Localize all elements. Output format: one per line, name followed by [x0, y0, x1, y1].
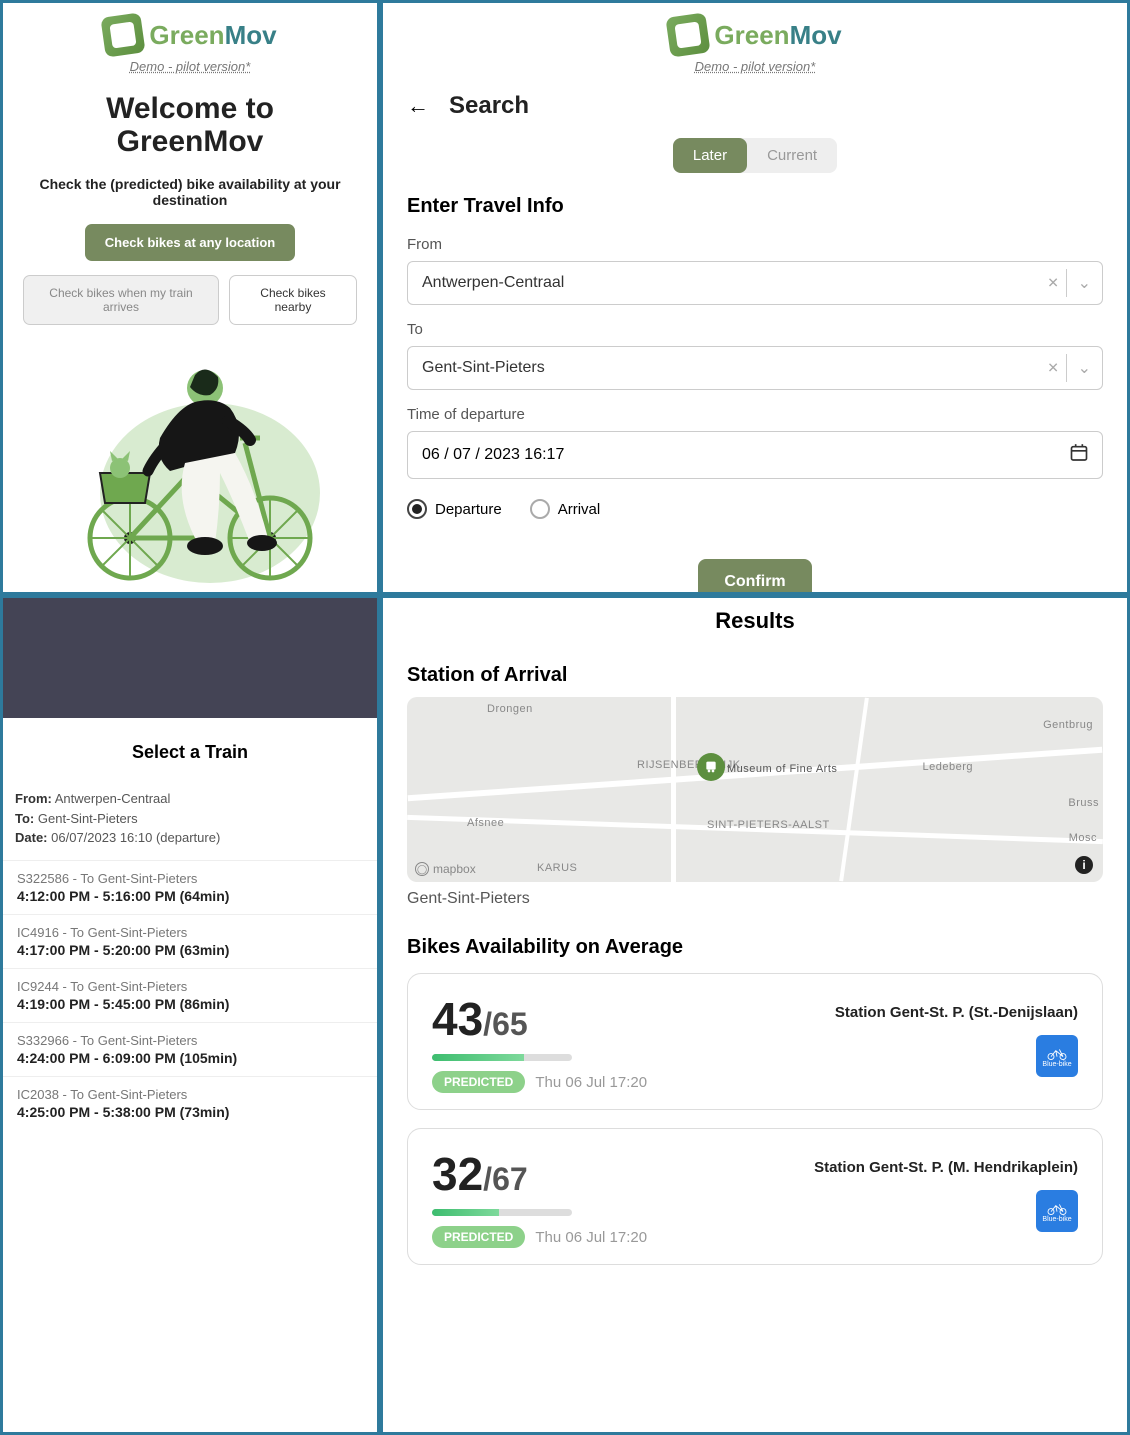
from-chevron-down-icon[interactable]: ⌄ [1078, 273, 1091, 293]
station-name-label: Station Gent-St. P. (St.-Denijslaan) [835, 1004, 1078, 1021]
meta-to: Gent-Sint-Pieters [38, 811, 138, 826]
enter-travel-info-heading: Enter Travel Info [407, 195, 1103, 218]
logo: GreenMov [23, 15, 357, 55]
datetime-input[interactable] [407, 431, 1103, 479]
check-train-arrives-button[interactable]: Check bikes when my train arrives [23, 275, 219, 325]
available-count: 32 [432, 1148, 483, 1200]
radio-dot-selected-icon [407, 499, 427, 519]
train-code: IC4916 - To Gent-Sint-Pieters [17, 925, 363, 940]
train-code: IC2038 - To Gent-Sint-Pieters [17, 1087, 363, 1102]
train-time: 4:19:00 PM - 5:45:00 PM (86min) [17, 996, 363, 1012]
availability-bar [432, 1209, 572, 1216]
predicted-tag: PREDICTED [432, 1071, 525, 1093]
train-item[interactable]: IC9244 - To Gent-Sint-Pieters 4:19:00 PM … [3, 968, 377, 1022]
train-item[interactable]: S322586 - To Gent-Sint-Pieters 4:12:00 PM… [3, 860, 377, 914]
availability-card[interactable]: 32/67 PREDICTEDThu 06 Jul 17:20 Station … [407, 1128, 1103, 1265]
time-of-departure-label: Time of departure [407, 406, 1103, 423]
prediction-time: Thu 06 Jul 17:20 [535, 1229, 647, 1246]
back-arrow-icon[interactable]: ← [407, 93, 429, 119]
train-item[interactable]: IC4916 - To Gent-Sint-Pieters 4:17:00 PM … [3, 914, 377, 968]
train-item[interactable]: IC2038 - To Gent-Sint-Pieters 4:25:00 PM … [3, 1076, 377, 1130]
train-time: 4:12:00 PM - 5:16:00 PM (64min) [17, 888, 363, 904]
radio-departure[interactable]: Departure [407, 499, 502, 519]
map-label: SINT-PIETERS-AALST [707, 819, 830, 831]
train-code: S322586 - To Gent-Sint-Pieters [17, 871, 363, 886]
logo-cube-icon [101, 12, 146, 57]
check-any-location-button[interactable]: Check bikes at any location [85, 224, 296, 261]
map-label: Museum of Fine Arts [727, 763, 837, 775]
time-toggle: Later Current [673, 138, 837, 173]
bluebike-provider-icon: Blue-bike [1036, 1190, 1078, 1232]
meta-date: 06/07/2023 16:10 (departure) [51, 830, 220, 845]
demo-version-label[interactable]: Demo - pilot version* [23, 59, 357, 74]
map-label: KARUS [537, 862, 577, 874]
map-label: RIJSENBERGWIJK [637, 759, 741, 771]
welcome-heading: Welcome toGreenMov [23, 92, 357, 158]
to-label: To [407, 321, 1103, 338]
train-time: 4:24:00 PM - 6:09:00 PM (105min) [17, 1050, 363, 1066]
station-pin-icon[interactable] [697, 753, 725, 781]
search-title: Search [449, 92, 529, 120]
available-count: 43 [432, 993, 483, 1045]
from-label: From [407, 236, 1103, 253]
from-input[interactable] [407, 261, 1103, 305]
map-label: Ledeberg [923, 761, 974, 773]
results-heading: Results [407, 608, 1103, 634]
select-train-heading: Select a Train [3, 742, 377, 763]
map-label: Afsnee [467, 817, 504, 829]
station-name-label: Station Gent-St. P. (M. Hendrikaplein) [814, 1159, 1078, 1176]
logo-text-mov: Mov [225, 20, 277, 50]
train-item[interactable]: S332966 - To Gent-Sint-Pieters 4:24:00 PM… [3, 1022, 377, 1076]
mapbox-attribution[interactable]: ◯mapbox [415, 862, 476, 876]
map-label: Bruss [1068, 797, 1099, 809]
from-clear-icon[interactable]: ✕ [1047, 275, 1059, 292]
bluebike-provider-icon: Blue-bike [1036, 1035, 1078, 1077]
availability-bar [432, 1054, 572, 1061]
bike-illustration [23, 343, 357, 583]
availability-card[interactable]: 43/65 PREDICTEDThu 06 Jul 17:20 Station … [407, 973, 1103, 1110]
train-code: IC9244 - To Gent-Sint-Pieters [17, 979, 363, 994]
logo-text-green: Green [149, 20, 224, 50]
to-chevron-down-icon[interactable]: ⌄ [1078, 358, 1091, 378]
arrival-station-name: Gent-Sint-Pieters [407, 890, 1103, 908]
total-count: 65 [492, 1006, 528, 1042]
confirm-button[interactable]: Confirm [698, 559, 811, 595]
calendar-icon[interactable] [1069, 443, 1089, 468]
toggle-current[interactable]: Current [747, 138, 837, 173]
total-count: 67 [492, 1161, 528, 1197]
meta-from: Antwerpen-Centraal [55, 791, 171, 806]
train-time: 4:17:00 PM - 5:20:00 PM (63min) [17, 942, 363, 958]
radio-arrival[interactable]: Arrival [530, 499, 601, 519]
station-of-arrival-heading: Station of Arrival [407, 664, 1103, 687]
train-code: S332966 - To Gent-Sint-Pieters [17, 1033, 363, 1048]
logo-cube-icon [666, 12, 711, 57]
radio-dot-icon [530, 499, 550, 519]
check-nearby-button[interactable]: Check bikes nearby [229, 275, 357, 325]
toggle-later[interactable]: Later [673, 138, 747, 173]
predicted-tag: PREDICTED [432, 1226, 525, 1248]
map-info-icon[interactable]: i [1075, 856, 1093, 874]
welcome-subtitle: Check the (predicted) bike availability … [23, 176, 357, 208]
to-input[interactable] [407, 346, 1103, 390]
map-label: Gentbrug [1043, 719, 1093, 731]
dark-header-region [3, 598, 377, 718]
prediction-time: Thu 06 Jul 17:20 [535, 1074, 647, 1091]
logo: GreenMov [383, 15, 1127, 55]
map-label: Mosc [1069, 832, 1097, 844]
bikes-availability-heading: Bikes Availability on Average [407, 936, 1103, 959]
map[interactable]: Drongen RIJSENBERGWIJK Museum of Fine Ar… [407, 697, 1103, 882]
to-clear-icon[interactable]: ✕ [1047, 360, 1059, 377]
map-label: Drongen [487, 703, 533, 715]
train-time: 4:25:00 PM - 5:38:00 PM (73min) [17, 1104, 363, 1120]
demo-version-label[interactable]: Demo - pilot version* [383, 59, 1127, 74]
